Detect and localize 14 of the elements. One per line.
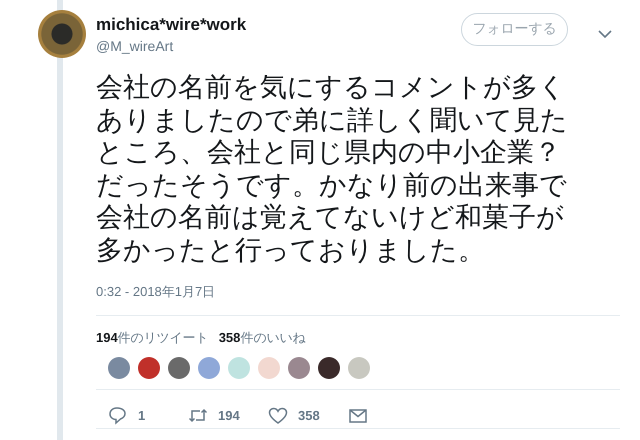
engagement-count[interactable]: 194件のリツイート (96, 329, 209, 347)
action-count: 358 (298, 408, 320, 422)
heart-icon[interactable] (268, 406, 288, 424)
display-name[interactable]: michica*wire*work (96, 14, 461, 34)
tweet-text: 会社の名前を気にするコメントが多くありましたので弟に詳しく聞いて見たところ、会社と同じ県内の中小企業？だったそうです。かなり前の出来事で会社の名前は覚えてないけど和菓子が多かったと行っておりました。 (96, 72, 569, 267)
avatar-image[interactable] (38, 10, 86, 58)
user-handle[interactable]: @M_wireArt (96, 38, 461, 54)
caret-icon[interactable] (598, 30, 612, 38)
liker-avatar[interactable] (318, 357, 340, 379)
speech-bubble-icon[interactable] (108, 406, 128, 424)
engagement-count[interactable]: 358件のいいね (218, 329, 306, 347)
action-count: 194 (218, 408, 240, 422)
action-count: 1 (138, 408, 146, 422)
timestamp[interactable]: 0:32 - 2018年1月7日 (96, 283, 620, 316)
